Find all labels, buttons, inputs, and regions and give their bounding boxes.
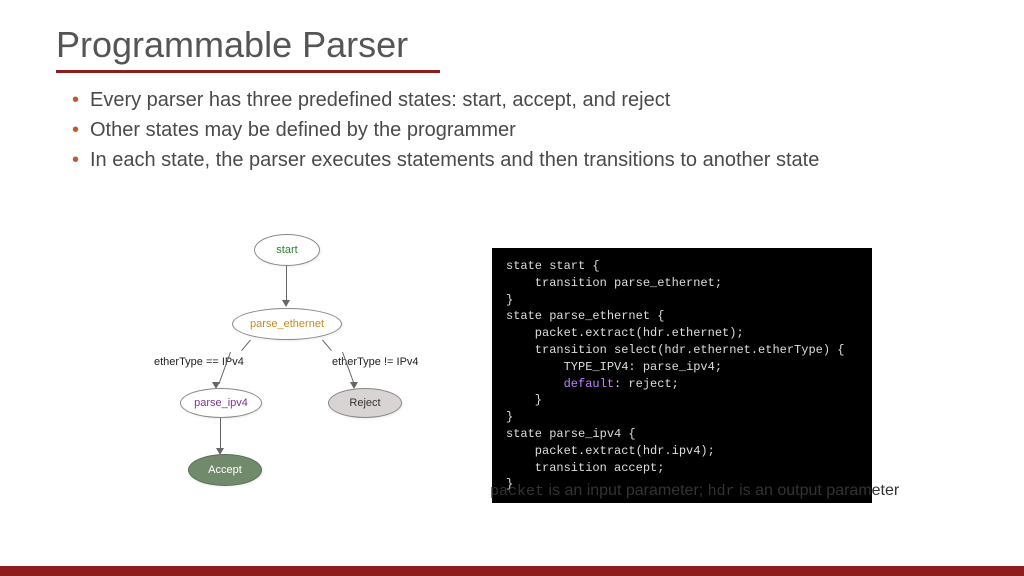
code-line: packet.extract(hdr.ethernet);: [506, 326, 744, 340]
bullet-item: Other states may be defined by the progr…: [72, 115, 968, 145]
bullet-list: Every parser has three predefined states…: [72, 85, 968, 175]
node-reject: Reject: [328, 388, 402, 418]
slide: Programmable Parser Every parser has thr…: [0, 24, 1024, 576]
code-line: }: [506, 293, 513, 307]
bullet-item: In each state, the parser executes state…: [72, 145, 968, 175]
code-block: state start { transition parse_ethernet;…: [492, 248, 872, 503]
code-line: packet.extract(hdr.ipv4);: [506, 444, 715, 458]
state-diagram: start parse_ethernet etherType == IPv4 e…: [140, 234, 430, 494]
node-parse-ipv4: parse_ipv4: [180, 388, 262, 418]
code-line: transition accept;: [506, 461, 664, 475]
node-parse-ethernet: parse_ethernet: [232, 308, 342, 340]
code-line: transition select(hdr.ethernet.etherType…: [506, 343, 844, 357]
code-caption: packet is an input parameter; hdr is an …: [490, 482, 899, 500]
footer-bar: 5: [0, 566, 1024, 576]
code-line: state parse_ethernet {: [506, 309, 664, 323]
caption-text: is an output parameter: [735, 482, 900, 499]
edge-label-left: etherType == IPv4: [154, 356, 244, 368]
code-line: }: [506, 410, 513, 424]
title-underline: [56, 70, 440, 73]
arrowhead-icon: [282, 300, 290, 307]
node-accept: Accept: [188, 454, 262, 486]
code-line: state start {: [506, 259, 600, 273]
arrow: [322, 340, 332, 351]
code-line: [506, 377, 564, 391]
caption-text: is an input parameter;: [544, 482, 708, 499]
node-start: start: [254, 234, 320, 266]
arrow: [220, 418, 221, 450]
code-keyword: default: [564, 377, 614, 391]
arrow: [241, 340, 251, 351]
code-line: transition parse_ethernet;: [506, 276, 722, 290]
slide-title: Programmable Parser: [56, 24, 1024, 66]
caption-code: packet: [490, 483, 544, 500]
code-line: TYPE_IPV4: parse_ipv4;: [506, 360, 722, 374]
arrow: [286, 266, 287, 302]
code-line: : reject;: [614, 377, 679, 391]
code-line: state parse_ipv4 {: [506, 427, 636, 441]
code-line: }: [506, 393, 542, 407]
bullet-item: Every parser has three predefined states…: [72, 85, 968, 115]
caption-code: hdr: [708, 483, 735, 500]
